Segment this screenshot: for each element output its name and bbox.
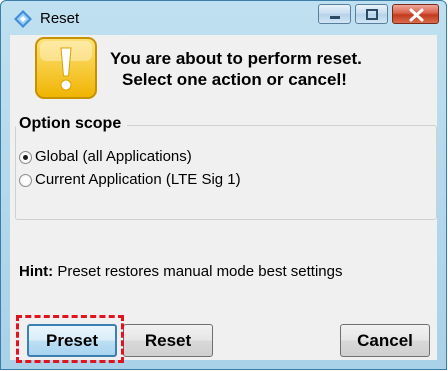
maximize-button[interactable] (355, 4, 388, 24)
radio-global-label[interactable]: Global (all Applications) (35, 147, 192, 167)
close-button[interactable] (392, 4, 439, 24)
message-line-1: You are about to perform reset. (110, 49, 362, 68)
window-title: Reset (40, 10, 80, 27)
radio-current-application[interactable]: Current Application (LTE Sig 1) (19, 170, 241, 190)
option-scope-legend: Option scope (16, 114, 128, 134)
diamond-app-icon (14, 10, 32, 28)
cancel-button[interactable]: Cancel (340, 324, 430, 357)
hint-text: Hint: Preset restores manual mode best s… (19, 262, 342, 282)
maximize-icon (366, 9, 378, 20)
reset-button[interactable]: Reset (123, 324, 213, 357)
radio-current-application-label[interactable]: Current Application (LTE Sig 1) (35, 170, 241, 190)
minimize-button[interactable] (318, 4, 351, 24)
radio-global[interactable]: Global (all Applications) (19, 147, 192, 167)
minimize-icon (330, 16, 340, 19)
hint-body: Preset restores manual mode best setting… (57, 263, 343, 280)
hint-label: Hint: (19, 263, 54, 280)
preset-highlight-box (16, 315, 124, 363)
close-icon (409, 8, 424, 22)
reset-message: You are about to perform reset. Select o… (110, 48, 362, 90)
radio-current-application-indicator[interactable] (19, 173, 32, 187)
warning-exclamation-icon (34, 36, 98, 100)
title-bar[interactable]: Reset (1, 1, 446, 35)
radio-global-indicator[interactable] (19, 150, 32, 164)
message-line-2: Select one action or cancel! (122, 70, 347, 89)
